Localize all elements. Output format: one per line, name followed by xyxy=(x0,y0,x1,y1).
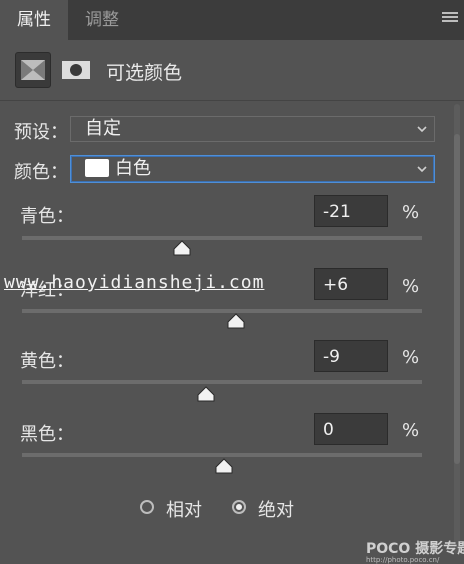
cyan-label: 青色： xyxy=(20,206,74,227)
magenta-percent: % xyxy=(402,276,420,297)
magenta-slider-thumb[interactable] xyxy=(227,313,245,329)
cyan-percent: % xyxy=(402,202,420,223)
tab-adjustments[interactable]: 调整 xyxy=(68,0,136,40)
radio-absolute-indicator[interactable] xyxy=(232,500,246,514)
black-label: 黑色： xyxy=(20,424,74,445)
yellow-percent: % xyxy=(402,347,420,368)
poco-logo: POCO 摄影专题 http://photo.poco.cn/ xyxy=(366,538,464,564)
panel-menu-icon[interactable] xyxy=(442,10,458,26)
cyan-input[interactable]: -21 xyxy=(314,195,388,227)
color-swatch xyxy=(85,159,109,177)
magenta-input[interactable]: +6 xyxy=(314,268,388,300)
chevron-down-icon xyxy=(417,126,427,133)
cyan-slider-thumb[interactable] xyxy=(173,240,191,256)
cyan-slider-track[interactable] xyxy=(22,236,422,240)
preset-label: 预设： xyxy=(14,122,68,143)
watermark-text: www.haoyidiansheji.com xyxy=(4,272,265,293)
yellow-slider-track[interactable] xyxy=(22,380,422,384)
colors-value: 白色 xyxy=(115,158,151,179)
poco-brand: POCO 摄影专题 xyxy=(366,541,464,557)
preset-dropdown[interactable]: 自定 xyxy=(70,116,435,142)
colors-label: 颜色： xyxy=(14,162,68,183)
properties-header: 可选颜色 xyxy=(0,40,464,101)
radio-absolute-label: 绝对 xyxy=(258,500,294,521)
panel-scrollbar[interactable] xyxy=(452,104,462,554)
magenta-slider-track[interactable] xyxy=(22,309,422,313)
layer-mask-icon[interactable] xyxy=(59,52,93,86)
black-slider-thumb[interactable] xyxy=(215,458,233,474)
preset-value: 自定 xyxy=(85,118,121,139)
black-slider-track[interactable] xyxy=(22,453,422,457)
tab-properties[interactable]: 属性 xyxy=(0,0,68,40)
black-input[interactable]: 0 xyxy=(314,413,388,445)
yellow-label: 黄色： xyxy=(20,351,74,372)
radio-relative-label: 相对 xyxy=(166,500,202,521)
poco-url: http://photo.poco.cn/ xyxy=(366,556,440,564)
selective-color-icon[interactable] xyxy=(15,52,51,88)
chevron-down-icon xyxy=(417,166,427,173)
panel-title: 可选颜色 xyxy=(106,62,183,84)
radio-relative-indicator[interactable] xyxy=(140,500,154,514)
colors-dropdown[interactable]: 白色 xyxy=(70,155,435,183)
panel-tab-bar: 属性 调整 xyxy=(0,0,464,40)
yellow-slider-thumb[interactable] xyxy=(197,386,215,402)
yellow-input[interactable]: -9 xyxy=(314,340,388,372)
black-percent: % xyxy=(402,420,420,441)
